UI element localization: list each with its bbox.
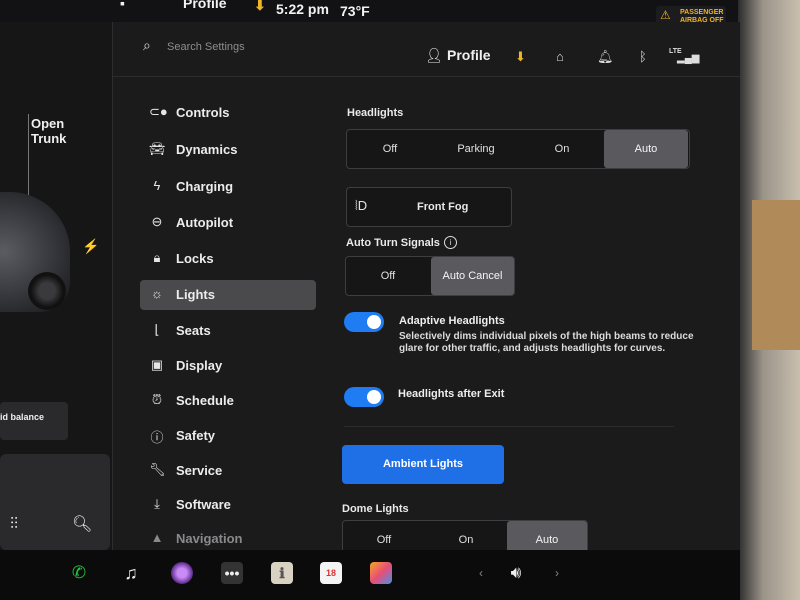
settings-screen: Open Trunk ⚡ id balance ⫶⫶ 🔍︎ ⌕ 👤︎ Profi… [0,22,740,550]
sidebar-item-navigation[interactable]: ▲ Navigation [140,524,316,550]
sidebar-item-software[interactable]: ⤓ Software [140,490,316,520]
sidebar-item-display[interactable]: ▣ Display [140,351,316,381]
sliders-icon[interactable]: ⫶⫶ [10,516,18,534]
sidebar-item-autopilot[interactable]: ⊖ Autopilot [140,208,316,238]
front-fog-button[interactable]: ⦚D Front Fog [346,187,512,227]
seat-icon: ⌊ [154,322,160,337]
notes-icon[interactable]: ℹ [271,562,293,584]
adaptive-headlights-toggle[interactable] [344,312,384,332]
search-settings-input[interactable] [165,36,349,58]
headlights-on-option[interactable]: On [519,130,605,168]
dome-on-option[interactable]: On [425,521,507,550]
toggle-icon: ⊂● [149,104,168,119]
adaptive-headlights-title: Adaptive Headlights [399,315,505,327]
volume-up-arrow-icon[interactable]: › [546,562,568,584]
vehicle-pane: Open Trunk ⚡ id balance ⫶⫶ 🔍︎ [0,22,112,550]
toybox-icon[interactable] [370,562,392,584]
volume-icon[interactable]: 🔊︎ [505,562,527,584]
adaptive-headlights-description: Selectively dims individual pixels of th… [399,331,694,354]
front-fog-label: Front Fog [417,201,469,213]
headlights-off-option[interactable]: Off [347,130,433,168]
search-icon[interactable]: 🔍︎ [72,514,92,534]
headlights-selector: Off Parking On Auto [346,129,690,169]
sidebar-item-dynamics[interactable]: 🚘︎ Dynamics [140,135,316,165]
charge-port-bolt-icon[interactable]: ⚡ [82,238,99,255]
sun-icon: ☼ [151,286,163,301]
status-profile-label[interactable]: Profile [183,0,227,11]
info-icon[interactable]: i [444,236,457,249]
status-icon: ▪ [120,0,125,11]
auto-turn-signals-title: Auto Turn Signals [346,237,440,249]
airbag-line1: PASSENGER [680,9,724,16]
safety-icon: ⓘ [150,430,164,445]
sidebar-item-schedule[interactable]: ⏰︎ Schedule [140,386,316,416]
auto-turn-off-option[interactable]: Off [346,257,430,295]
balance-text: id balance [0,412,45,422]
sidebar-item-safety[interactable]: ⓘ Safety [140,421,316,451]
alarm-icon: ⏰︎ [151,392,163,407]
open-trunk-label-1: Open [31,116,65,131]
auto-turn-auto-cancel-option[interactable]: Auto Cancel [431,257,514,295]
headlights-parking-option[interactable]: Parking [433,130,519,168]
status-download-icon[interactable]: ⬇ [254,0,266,14]
fog-light-icon: ⦚D [355,198,368,213]
screen-bezel [738,0,800,600]
sidebar-item-seats[interactable]: ⌊ Seats [140,316,316,346]
balance-card[interactable]: id balance [0,402,68,440]
search-icon[interactable]: ⌕ [143,37,151,54]
sidebar-item-lights[interactable]: ☼ Lights [140,280,316,310]
sidebar-item-controls[interactable]: ⊂● Controls [140,98,316,128]
navigation-icon: ▲ [150,530,164,545]
status-bar: Profile ⬇ 5:22 pm 73°F ▪ [0,0,760,22]
dome-lights-selector: Off On Auto [342,520,588,550]
car-icon: 🚘︎ [149,141,166,156]
headlights-after-exit-title: Headlights after Exit [398,388,505,400]
open-trunk-button[interactable]: Open Trunk [31,116,91,146]
lights-settings: Headlights Off Parking On Auto ⦚D Front … [340,22,730,550]
car-wheel [28,272,66,310]
more-apps-icon[interactable]: ••• [221,562,243,584]
steering-wheel-icon: ⊖ [151,214,163,229]
download-icon: ⤓ [154,496,160,511]
lock-icon: 🔒︎ [153,250,161,265]
dome-auto-option[interactable]: Auto [507,521,587,550]
auto-turn-signals-selector: Off Auto Cancel [345,256,515,296]
quick-controls-card: ⫶⫶ 🔍︎ [0,454,110,550]
calendar-icon[interactable]: 18 [320,562,342,584]
taskbar: ✆ ♫ ••• ℹ 18 ‹ 🔊︎ › [0,550,740,600]
music-icon[interactable]: ♫ [120,562,142,584]
airbag-icon: ⚠ [660,8,671,22]
dome-lights-title: Dome Lights [342,503,409,515]
camera-app-icon[interactable] [171,562,193,584]
ambient-lights-button[interactable]: Ambient Lights [342,445,504,484]
headlights-auto-option[interactable]: Auto [604,130,688,168]
wrench-icon: 🔧︎ [149,462,166,477]
sidebar-item-service[interactable]: 🔧︎ Service [140,456,316,486]
bolt-icon: ϟ [153,178,161,193]
display-icon: ▣ [150,357,164,372]
status-time: 5:22 pm [276,1,329,17]
headlights-after-exit-toggle[interactable] [344,387,384,407]
sidebar-item-charging[interactable]: ϟ Charging [140,172,316,202]
sidebar-item-locks[interactable]: 🔒︎ Locks [140,244,316,274]
status-temperature[interactable]: 73°F [340,3,370,19]
headlights-title: Headlights [347,107,404,119]
dome-off-option[interactable]: Off [343,521,425,550]
phone-icon[interactable]: ✆ [68,562,90,584]
volume-down-arrow-icon[interactable]: ‹ [470,562,492,584]
open-trunk-label-2: Trunk [31,131,67,146]
